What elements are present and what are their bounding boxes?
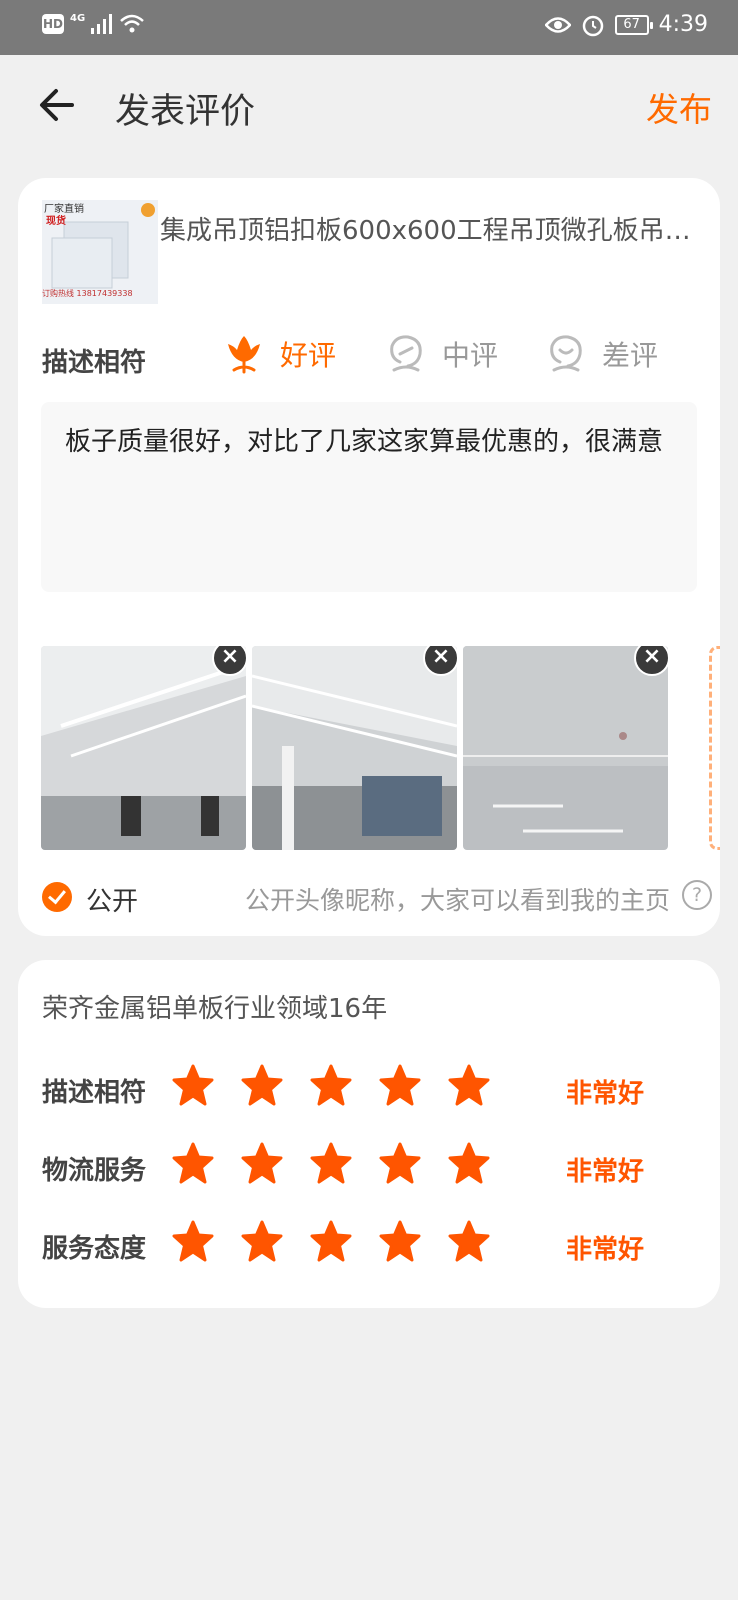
network-type: 4G bbox=[70, 12, 86, 24]
wifi-icon bbox=[120, 14, 145, 33]
signal-icon bbox=[91, 14, 113, 34]
product-image-hotline: 订购热线 13817439338 bbox=[42, 289, 133, 298]
photo-strip: × × × bbox=[41, 646, 720, 850]
page-title: 发表评价 bbox=[115, 92, 256, 132]
product-image-badge: 现货 bbox=[46, 216, 66, 227]
review-photo[interactable]: × bbox=[41, 646, 246, 850]
product-title: 集成吊顶铝扣板600x600工程吊顶微孔板吊顶办公室天花板 bbox=[160, 216, 712, 246]
clock: 4:39 bbox=[658, 12, 708, 37]
rating-row-label: 服务态度 bbox=[42, 1234, 147, 1264]
status-bar: HD 4G 67 4:39 bbox=[0, 0, 738, 55]
rating-row-label: 物流服务 bbox=[42, 1156, 147, 1186]
rating-row-label: 描述相符 bbox=[42, 1078, 147, 1108]
rating-label: 描述相符 bbox=[42, 348, 147, 378]
star-icon[interactable] bbox=[448, 1220, 490, 1264]
rating-row-text: 非常好 bbox=[566, 1157, 645, 1187]
rating-option-label: 好评 bbox=[280, 339, 337, 372]
rating-option-bad[interactable]: 差评 bbox=[546, 334, 658, 374]
header: 发表评价 发布 bbox=[0, 55, 738, 155]
eye-icon bbox=[544, 16, 571, 33]
rating-row-text: 非常好 bbox=[566, 1079, 645, 1109]
star-icon[interactable] bbox=[379, 1220, 421, 1264]
add-photo-button[interactable] bbox=[709, 646, 720, 850]
rating-option-label: 差评 bbox=[602, 339, 659, 372]
publish-button[interactable]: 发布 bbox=[646, 83, 712, 131]
review-text-input[interactable]: 板子质量很好，对比了几家这家算最优惠的，很满意 bbox=[41, 402, 697, 592]
product-thumbnail[interactable]: 厂家直销 现货 订购热线 13817439338 bbox=[42, 200, 158, 304]
star-icon[interactable] bbox=[448, 1142, 490, 1186]
star-icon[interactable] bbox=[310, 1220, 352, 1264]
star-group bbox=[172, 1220, 490, 1264]
sad-face-icon bbox=[550, 335, 582, 372]
rating-option-neutral[interactable]: 中评 bbox=[386, 334, 498, 374]
star-icon[interactable] bbox=[310, 1064, 352, 1108]
shop-rating-row: 描述相符 非常好 bbox=[42, 1064, 702, 1114]
star-group bbox=[172, 1142, 490, 1186]
status-left: HD 4G bbox=[42, 12, 145, 34]
shop-rating-card: 荣齐金属铝单板行业领域16年 描述相符 非常好 物流服务 非常好 服务态度 非常… bbox=[18, 960, 720, 1308]
help-icon[interactable]: ? bbox=[682, 880, 712, 910]
status-right: 67 4:39 bbox=[544, 12, 708, 37]
battery-icon: 67 bbox=[614, 14, 653, 35]
review-photo[interactable]: × bbox=[252, 646, 457, 850]
rating-option-good[interactable]: 好评 bbox=[224, 334, 336, 374]
star-icon[interactable] bbox=[241, 1142, 283, 1186]
rating-option-label: 中评 bbox=[442, 339, 499, 372]
star-icon[interactable] bbox=[310, 1142, 352, 1186]
star-group bbox=[172, 1064, 490, 1108]
back-arrow-icon[interactable] bbox=[36, 83, 80, 127]
shop-rating-row: 物流服务 非常好 bbox=[42, 1142, 702, 1192]
hd-icon: HD bbox=[42, 14, 64, 34]
shop-rating-row: 服务态度 非常好 bbox=[42, 1220, 702, 1270]
neutral-face-icon bbox=[390, 335, 422, 372]
review-card: 厂家直销 现货 订购热线 13817439338 集成吊顶铝扣板600x600工… bbox=[18, 178, 720, 936]
review-photo[interactable]: × bbox=[463, 646, 668, 850]
star-icon[interactable] bbox=[379, 1142, 421, 1186]
star-icon[interactable] bbox=[241, 1064, 283, 1108]
public-hint: 公开头像昵称，大家可以看到我的主页 bbox=[244, 886, 670, 915]
shop-name: 荣齐金属铝单板行业领域16年 bbox=[42, 994, 388, 1024]
public-label: 公开 bbox=[86, 887, 139, 917]
rating-row-text: 非常好 bbox=[566, 1235, 645, 1265]
star-icon[interactable] bbox=[172, 1220, 214, 1264]
star-icon[interactable] bbox=[241, 1220, 283, 1264]
flower-icon bbox=[228, 336, 260, 374]
star-icon[interactable] bbox=[172, 1064, 214, 1108]
public-toggle-row: 公开 公开头像昵称，大家可以看到我的主页 ? bbox=[42, 878, 712, 918]
star-icon[interactable] bbox=[379, 1064, 421, 1108]
star-icon[interactable] bbox=[448, 1064, 490, 1108]
public-checkbox[interactable] bbox=[42, 882, 72, 912]
alarm-icon bbox=[582, 15, 603, 36]
star-icon[interactable] bbox=[172, 1142, 214, 1186]
